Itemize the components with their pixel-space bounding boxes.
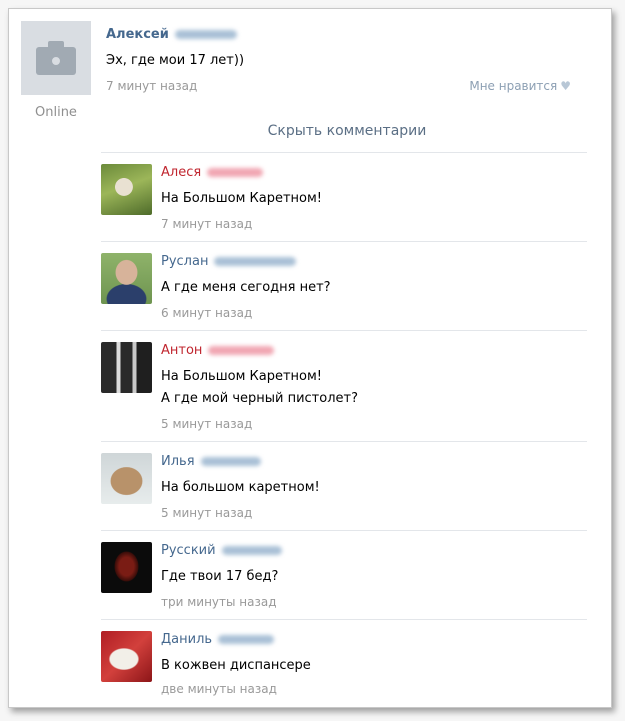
comment-text: На Большом Каретном! А где мой черный пи… — [161, 369, 358, 406]
post-timestamp[interactable]: 7 минут назад — [106, 79, 197, 93]
comment-author-name[interactable]: Алеся — [161, 165, 264, 180]
hide-comments-link[interactable]: Скрыть комментарии — [99, 123, 595, 139]
comment-avatar[interactable] — [101, 253, 152, 304]
comment-timestamp[interactable]: две минуты назад — [161, 682, 277, 696]
comment-avatar[interactable] — [101, 342, 152, 393]
post-author-name[interactable]: Алексей — [106, 27, 237, 42]
comment-item: Русский Где твои 17 бед? три минуты наза… — [101, 530, 587, 619]
comment-author-name[interactable]: Руслан — [161, 254, 297, 269]
comment-item: Руслан А где меня сегодня нет? 6 минут н… — [101, 241, 587, 330]
camera-icon — [36, 41, 76, 75]
comment-text: А где меня сегодня нет? — [161, 280, 331, 295]
heart-icon: ♥ — [560, 79, 571, 93]
post-text: Эх, где мои 17 лет)) — [106, 53, 245, 68]
comment-author-name[interactable]: Антон — [161, 343, 275, 358]
online-status: Online — [35, 105, 77, 120]
comment-item: Илья На большом каретном! 5 минут назад — [101, 441, 587, 530]
comment-item: Антон На Большом Каретном! А где мой чер… — [101, 330, 587, 441]
like-button[interactable]: Мне нравится ♥ — [469, 79, 571, 93]
post-avatar[interactable] — [21, 21, 91, 95]
comment-author-name[interactable]: Илья — [161, 454, 261, 469]
comment-text: Где твои 17 бед? — [161, 569, 279, 584]
comment-avatar[interactable] — [101, 453, 152, 504]
comment-avatar[interactable] — [101, 164, 152, 215]
comment-timestamp[interactable]: 5 минут назад — [161, 417, 252, 431]
comment-timestamp[interactable]: три минуты назад — [161, 595, 277, 609]
comment-timestamp[interactable]: 7 минут назад — [161, 217, 252, 231]
comment-timestamp[interactable]: 5 минут назад — [161, 506, 252, 520]
comment-text: На большом каретном! — [161, 480, 320, 495]
comments-list: Алеся На Большом Каретном! 7 минут назад… — [101, 152, 587, 705]
post-card: Online Алексей Эх, где мои 17 лет)) 7 ми… — [8, 8, 612, 708]
comment-item: Алеся На Большом Каретном! 7 минут назад — [101, 152, 587, 241]
comment-avatar[interactable] — [101, 542, 152, 593]
comment-timestamp[interactable]: 6 минут назад — [161, 306, 252, 320]
comment-text: На Большом Каретном! — [161, 191, 322, 206]
comment-author-name[interactable]: Русский — [161, 543, 282, 558]
comment-avatar[interactable] — [101, 631, 152, 682]
comment-author-name[interactable]: Даниль — [161, 632, 275, 647]
like-label: Мне нравится — [469, 79, 558, 93]
comment-item: Даниль В кожвен диспансере две минуты на… — [101, 619, 587, 705]
comment-text: В кожвен диспансере — [161, 658, 311, 673]
